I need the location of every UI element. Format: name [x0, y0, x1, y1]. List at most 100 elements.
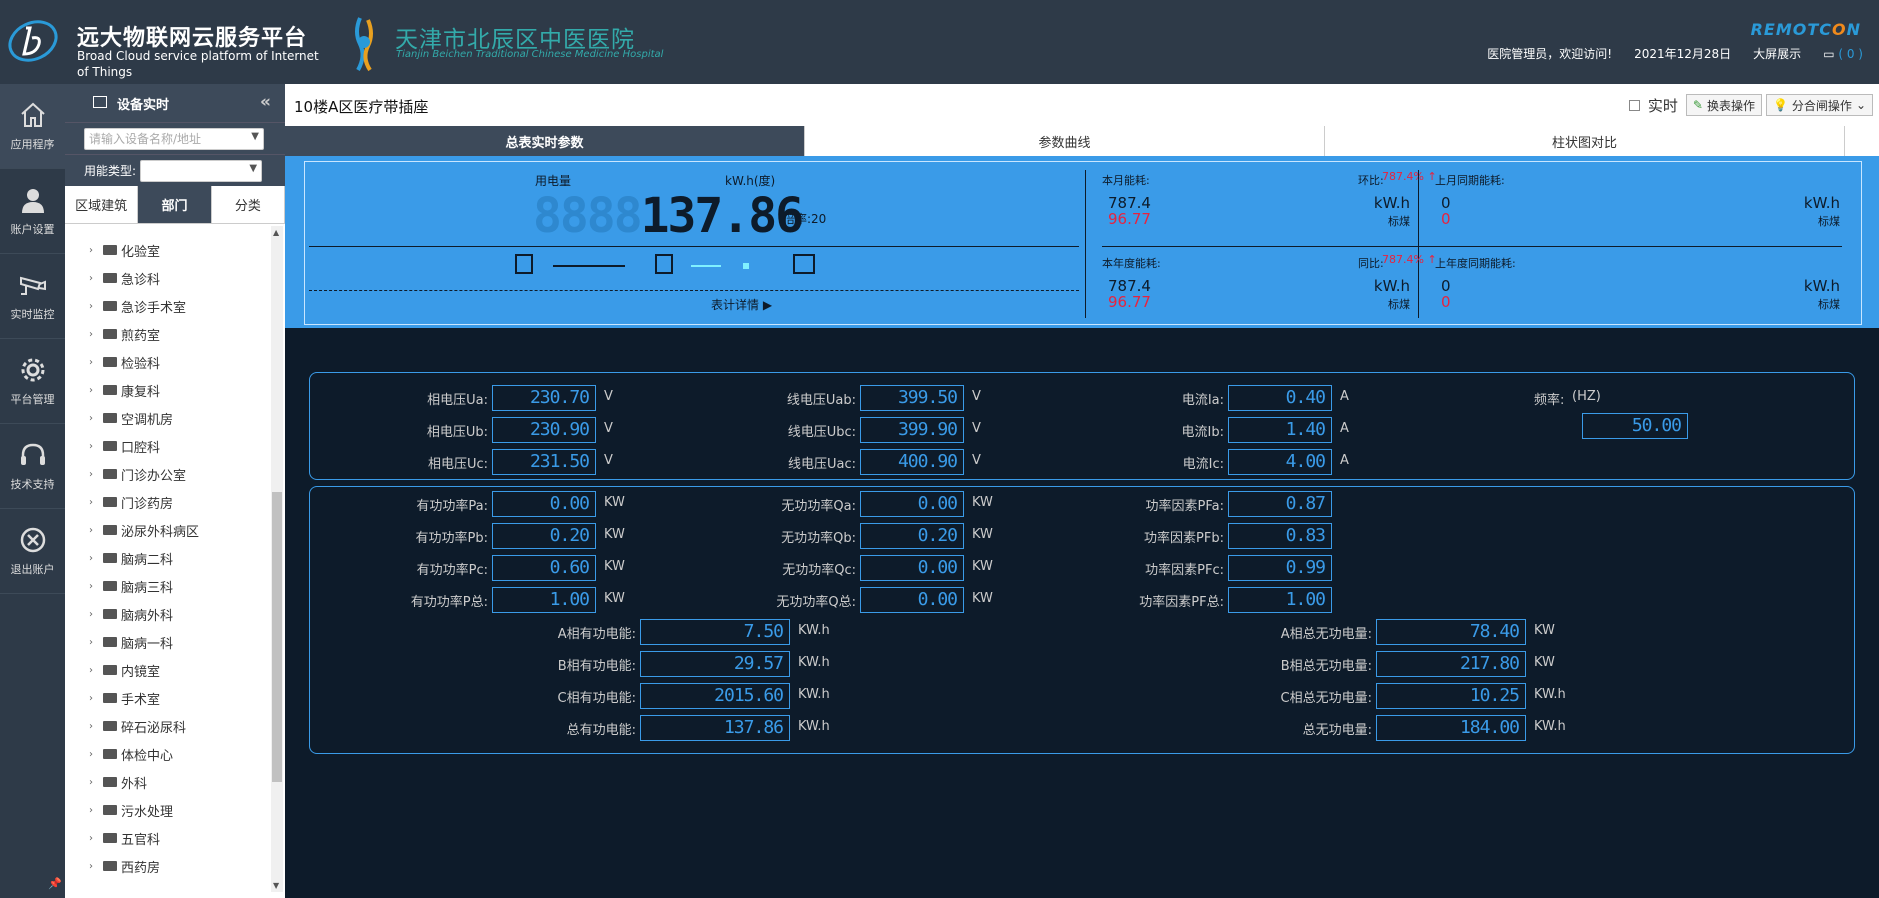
department-item[interactable]: › 口腔科: [65, 432, 269, 460]
list-item: [65, 226, 269, 236]
chevron-right-icon[interactable]: ›: [89, 329, 101, 340]
department-item[interactable]: › 碎石泌尿科: [65, 712, 269, 740]
nav-item-support[interactable]: 技术支持: [0, 424, 65, 509]
tab-bar-compare[interactable]: 柱状图对比: [1325, 126, 1845, 156]
device-search-input[interactable]: 请输入设备名称/地址 ▼: [84, 127, 264, 150]
frequency-value: 50.00: [1582, 413, 1688, 439]
current-value: 1.40: [1228, 417, 1332, 443]
realtime-checkbox[interactable]: [1628, 99, 1640, 111]
elec-unit: kW.h(度): [725, 174, 776, 188]
scroll-thumb[interactable]: [272, 492, 282, 782]
chevron-right-icon[interactable]: ›: [89, 637, 101, 648]
tab-param-curve[interactable]: 参数曲线: [805, 126, 1325, 156]
chevron-right-icon[interactable]: ›: [89, 665, 101, 676]
chevron-right-icon[interactable]: ›: [89, 301, 101, 312]
meter-reading: 用电量 kW.h(度) 8888137.86 倍率:20 表计详情 ▶: [305, 162, 1085, 326]
chevron-right-icon[interactable]: ›: [89, 805, 101, 816]
department-item[interactable]: › 五官科: [65, 824, 269, 852]
department-item[interactable]: › 检验科: [65, 348, 269, 376]
chevron-right-icon[interactable]: ›: [89, 273, 101, 284]
year-label: 本年度能耗:: [1102, 257, 1161, 270]
department-item[interactable]: › 门诊办公室: [65, 460, 269, 488]
reactive-power-unit: KW: [972, 591, 993, 606]
department-item[interactable]: › 泌尿外科病区: [65, 516, 269, 544]
chevron-right-icon[interactable]: ›: [89, 525, 101, 536]
chevron-right-icon[interactable]: ›: [89, 385, 101, 396]
active-power-label: 有功功率Pb:: [415, 531, 488, 546]
reactive-energy-value: 10.25: [1376, 683, 1526, 709]
nav-item-monitor[interactable]: 实时监控: [0, 254, 65, 339]
chevron-right-icon[interactable]: ›: [89, 497, 101, 508]
chevron-right-icon[interactable]: ›: [89, 777, 101, 788]
operations-bar: 实时 ✎ 换表操作 💡 分合闸操作 ⌄: [1628, 94, 1873, 116]
department-item[interactable]: › 康复科: [65, 376, 269, 404]
nav-item-logout[interactable]: 退出账户: [0, 509, 65, 594]
reactive-power-value: 0.00: [860, 555, 964, 581]
folder-icon: [103, 413, 117, 423]
folder-icon: [103, 637, 117, 647]
nav-item-apps[interactable]: 应用程序: [0, 84, 65, 169]
department-item[interactable]: › 脑病三科: [65, 572, 269, 600]
chevron-right-icon[interactable]: ›: [89, 749, 101, 760]
nav-item-platform[interactable]: 平台管理: [0, 339, 65, 424]
chevron-right-icon[interactable]: ›: [89, 693, 101, 704]
department-item[interactable]: › 脑病外科: [65, 600, 269, 628]
chevron-right-icon[interactable]: ›: [89, 721, 101, 732]
energy-type-select[interactable]: ▼: [140, 159, 263, 182]
tab-department[interactable]: 部门: [138, 186, 212, 223]
department-item[interactable]: › 急诊手术室: [65, 292, 269, 320]
collapse-icon[interactable]: «: [260, 92, 271, 112]
chevron-right-icon[interactable]: ›: [89, 245, 101, 256]
tab-category[interactable]: 分类: [212, 186, 285, 223]
chevron-right-icon[interactable]: ›: [89, 413, 101, 424]
chevron-right-icon[interactable]: ›: [89, 861, 101, 872]
chevron-right-icon[interactable]: ›: [89, 357, 101, 368]
meter-detail-link[interactable]: 表计详情 ▶: [711, 296, 772, 313]
chevron-right-icon[interactable]: ›: [89, 441, 101, 452]
chevron-right-icon[interactable]: ›: [89, 833, 101, 844]
switch-meter-button[interactable]: ✎ 换表操作: [1685, 94, 1762, 116]
reactive-energy-value: 78.40: [1376, 619, 1526, 645]
frequency-unit: (HZ): [1572, 389, 1601, 404]
messages-button[interactable]: ▭ ( 0 ): [1823, 47, 1863, 61]
pin-icon[interactable]: 📌: [48, 877, 62, 890]
energy-type-label: 用能类型:: [84, 164, 137, 178]
tree-scrollbar[interactable]: ▲ ▼: [271, 226, 283, 892]
department-item[interactable]: › 脑病二科: [65, 544, 269, 572]
scroll-down-icon[interactable]: ▼: [273, 881, 279, 890]
tab-area[interactable]: 区域建筑: [65, 186, 139, 223]
chevron-right-icon[interactable]: ›: [89, 469, 101, 480]
department-item[interactable]: › 化验室: [65, 236, 269, 264]
department-item[interactable]: › 外科: [65, 768, 269, 796]
last-year-coal: 0: [1441, 293, 1451, 311]
tab-realtime-params[interactable]: 总表实时参数: [285, 126, 805, 156]
department-item[interactable]: › 手术室: [65, 684, 269, 712]
department-item[interactable]: › 脑病一科: [65, 628, 269, 656]
chevron-right-icon[interactable]: ›: [89, 581, 101, 592]
chevron-right-icon[interactable]: ›: [89, 609, 101, 620]
vendor-logo-mid: O: [1832, 20, 1847, 39]
department-item[interactable]: › 西药房: [65, 852, 269, 880]
department-item[interactable]: › 污水处理: [65, 796, 269, 824]
department-item[interactable]: › 内镜室: [65, 656, 269, 684]
folder-icon: [103, 469, 117, 479]
power-factor-value: 0.99: [1228, 555, 1332, 581]
search-placeholder: 请输入设备名称/地址: [89, 132, 202, 146]
switch-op-button[interactable]: 💡 分合闸操作 ⌄: [1765, 94, 1873, 116]
department-item[interactable]: › 煎药室: [65, 320, 269, 348]
department-label: 煎药室: [121, 328, 161, 344]
department-item[interactable]: › 急诊科: [65, 264, 269, 292]
bigscreen-link[interactable]: 大屏展示: [1753, 45, 1801, 62]
scroll-up-icon[interactable]: ▲: [273, 228, 279, 237]
department-item[interactable]: › 体检中心: [65, 740, 269, 768]
folder-icon: [103, 525, 117, 535]
tree-tabs: 区域建筑 部门 分类: [65, 186, 285, 224]
chevron-right-icon[interactable]: ›: [89, 553, 101, 564]
phase-voltage-value: 230.90: [492, 417, 596, 443]
department-item[interactable]: › 空调机房: [65, 404, 269, 432]
active-energy-label: B相有功电能:: [557, 659, 636, 674]
department-item[interactable]: › 门诊药房: [65, 488, 269, 516]
department-label: 康复科: [121, 384, 161, 400]
phase-voltage-unit: V: [604, 453, 613, 468]
nav-item-account[interactable]: 账户设置: [0, 169, 65, 254]
